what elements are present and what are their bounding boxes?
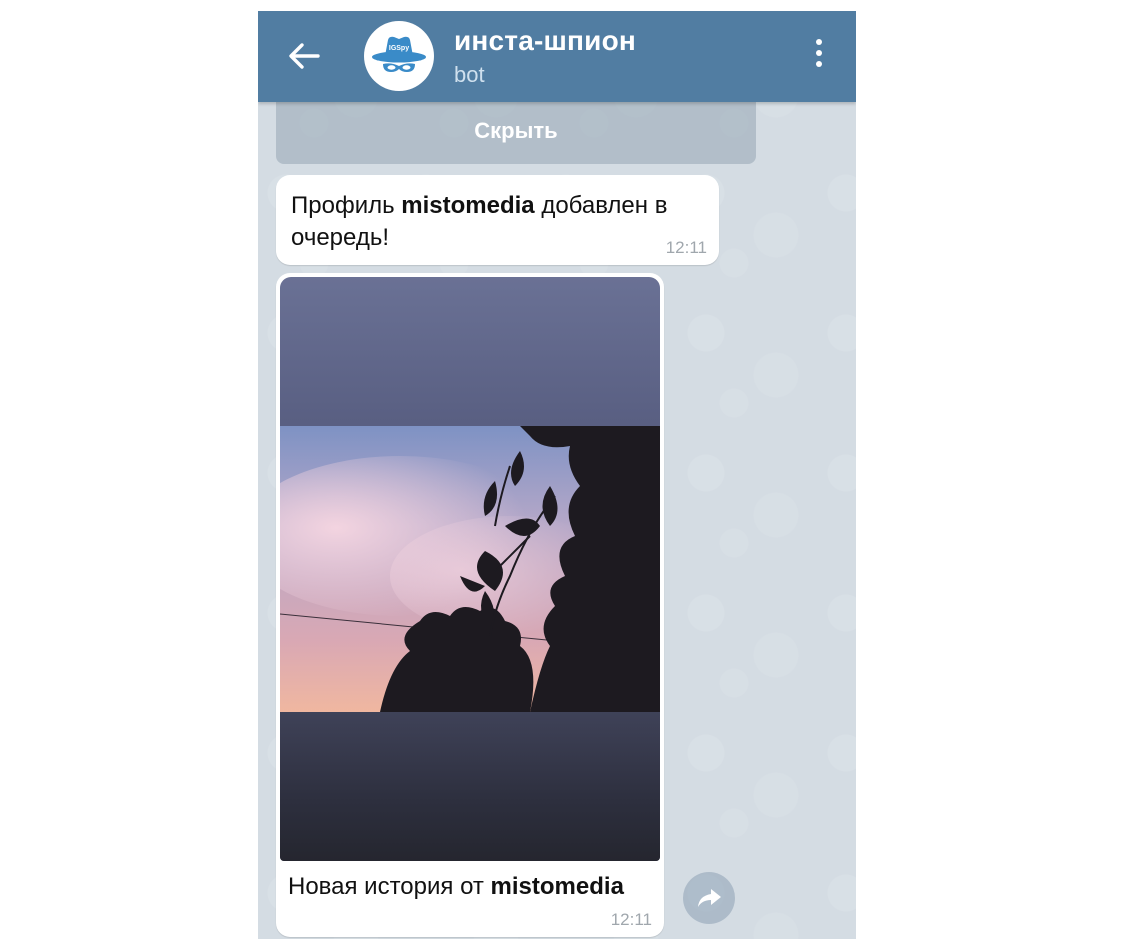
back-button[interactable] — [284, 38, 324, 74]
share-arrow-icon — [698, 889, 721, 907]
share-button[interactable] — [683, 872, 735, 924]
spy-avatar-icon: IGSpy — [372, 36, 426, 72]
chat-title[interactable]: инста-шпион — [454, 25, 636, 57]
message-bubble[interactable]: Профиль mistomedia добавлен в очередь! 1… — [276, 175, 719, 265]
message-time: 12:11 — [610, 910, 652, 929]
message-time: 12:11 — [665, 238, 707, 257]
chat-header: IGSpy инста-шпион bot — [258, 11, 856, 102]
sunset-scene-image — [280, 426, 660, 712]
more-menu-button[interactable] — [808, 39, 830, 73]
caption-username: mistomedia — [490, 873, 624, 900]
photo-caption: Новая история от mistomedia — [288, 873, 624, 901]
chat-screen: IGSpy инста-шпион bot Скрыть Профиль mis… — [258, 11, 856, 939]
hide-keyboard-button[interactable]: Скрыть — [276, 102, 756, 164]
caption-prefix: Новая история от — [288, 873, 491, 900]
more-vertical-icon — [816, 39, 822, 67]
photo-message-bubble[interactable]: Новая история от mistomedia 12:11 — [276, 273, 664, 937]
chat-subtitle: bot — [454, 62, 485, 87]
story-photo[interactable] — [280, 277, 660, 861]
message-text: Профиль mistomedia добавлен в очередь! — [291, 190, 711, 254]
arrow-left-icon — [289, 43, 320, 69]
avatar[interactable]: IGSpy — [364, 21, 434, 91]
photo-bottom-band — [280, 712, 660, 861]
avatar-text: IGSpy — [389, 45, 409, 52]
message-text-prefix: Профиль — [291, 192, 402, 219]
message-username: mistomedia — [401, 192, 535, 219]
